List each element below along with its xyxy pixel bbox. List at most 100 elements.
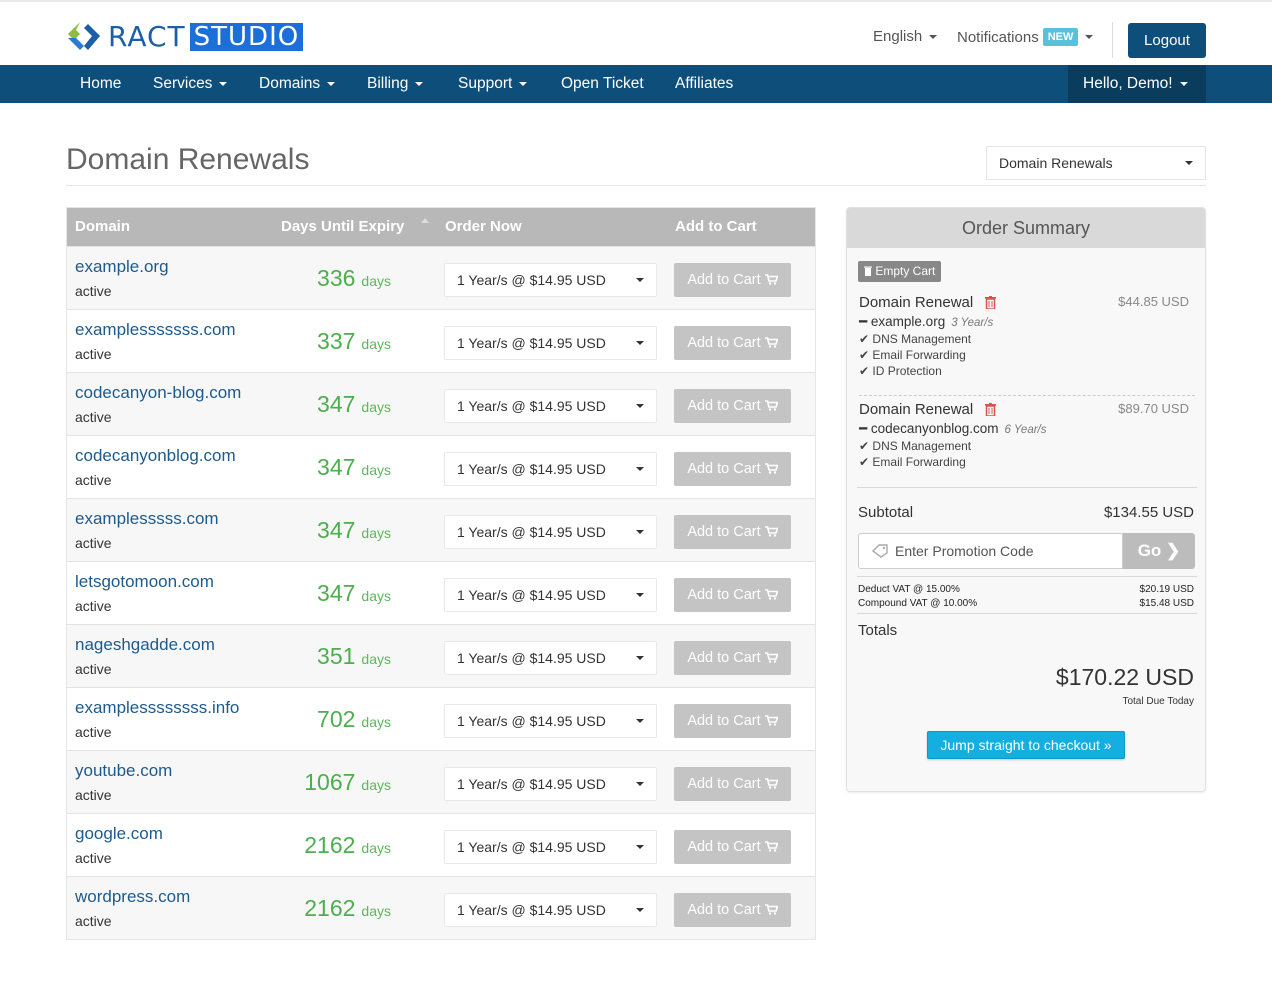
add-to-cart-button[interactable]: Add to Cart [674,767,791,801]
renewal-period-select[interactable]: 1 Year/s @ $14.95 USD [444,830,657,864]
days-value: 337 [317,328,356,354]
domain-link[interactable]: examplesssss.com [75,509,219,529]
notifications-dropdown[interactable]: Notifications NEW [957,28,1094,46]
domain-status: active [75,724,112,740]
renewal-period-select[interactable]: 1 Year/s @ $14.95 USD [444,452,657,486]
days-value: 347 [317,517,356,543]
days-value: 702 [317,706,356,732]
check-icon: ✔ [859,455,870,469]
logout-button[interactable]: Logout [1128,23,1206,58]
add-to-cart-button[interactable]: Add to Cart [674,893,791,927]
nav-item-home[interactable]: Home [80,65,121,103]
page-select[interactable]: Domain Renewals [986,146,1206,180]
days-unit: days [361,903,391,919]
nav-label: Affiliates [675,75,734,92]
domain-link[interactable]: youtube.com [75,761,172,781]
domain-link[interactable]: letsgotomoon.com [75,572,214,592]
nav-item-services[interactable]: Services [153,65,228,103]
domain-link[interactable]: examplessssssss.info [75,698,239,718]
add-to-cart-label: Add to Cart [687,713,761,729]
go-button[interactable]: Go ❯ [1123,533,1195,569]
chevron-down-icon [636,278,644,282]
nav-item-billing[interactable]: Billing [367,65,424,103]
renewal-period-select[interactable]: 1 Year/s @ $14.95 USD [444,389,657,423]
table-body: example.org active 336 days 1 Year/s @ $14.9… [67,246,815,939]
add-to-cart-button[interactable]: Add to Cart [674,704,791,738]
add-to-cart-button[interactable]: Add to Cart [674,452,791,486]
domain-link[interactable]: examplesssssss.com [75,320,236,340]
chevron-down-icon [636,656,644,660]
add-to-cart-button[interactable]: Add to Cart [674,389,791,423]
chevron-down-icon [219,81,228,86]
domain-link[interactable]: google.com [75,824,163,844]
domain-link[interactable]: example.org [75,257,169,277]
add-to-cart-button[interactable]: Add to Cart [674,830,791,864]
renewal-period-select[interactable]: 1 Year/s @ $14.95 USD [444,263,657,297]
add-to-cart-button[interactable]: Add to Cart [674,263,791,297]
renewal-period-select[interactable]: 1 Year/s @ $14.95 USD [444,767,657,801]
main-navbar: Home Services Domains Billing Support Op… [0,65,1272,103]
tax-value: $20.19 USD [1139,584,1194,595]
user-menu[interactable]: Hello, Demo! [1068,65,1206,103]
tax-label: Compound VAT @ 10.00% [858,598,978,609]
remove-item-icon[interactable] [985,403,997,416]
days-value: 347 [317,391,356,417]
cart-icon [764,337,779,348]
column-header-domain[interactable]: Domain [75,218,130,235]
domain-link[interactable]: wordpress.com [75,887,190,907]
nav-item-domains[interactable]: Domains [259,65,336,103]
divider [859,395,1195,396]
table-row: google.com active 2162 days 1 Year/s @ $14.9… [67,813,815,876]
summary-item-title-text: Domain Renewal [859,294,974,311]
subtotal-value: $134.55 USD [1103,504,1194,521]
add-to-cart-label: Add to Cart [687,902,761,918]
table-row: codecanyon-blog.com active 347 days 1 Year/s… [67,372,815,435]
add-to-cart-button[interactable]: Add to Cart [674,326,791,360]
domain-link[interactable]: nageshgadde.com [75,635,215,655]
checkout-button[interactable]: Jump straight to checkout » [927,731,1125,759]
renewal-period-select[interactable]: 1 Year/s @ $14.95 USD [444,893,657,927]
renewal-period-select[interactable]: 1 Year/s @ $14.95 USD [444,515,657,549]
add-to-cart-label: Add to Cart [687,398,761,414]
days-unit: days [361,840,391,856]
column-header-cart: Add to Cart [675,218,757,235]
remove-item-icon[interactable] [985,296,997,309]
logo[interactable]: RACT STUDIO [66,20,304,54]
summary-addon-text: DNS Management [872,439,972,453]
renewal-period-value: 1 Year/s @ $14.95 USD [457,587,606,603]
renewal-period-select[interactable]: 1 Year/s @ $14.95 USD [444,578,657,612]
add-to-cart-button[interactable]: Add to Cart [674,515,791,549]
add-to-cart-button[interactable]: Add to Cart [674,641,791,675]
nav-item-support[interactable]: Support [458,65,528,103]
domain-status: active [75,598,112,614]
cart-icon [764,589,779,600]
column-header-days[interactable]: Days Until Expiry [281,218,404,235]
table-row: examplesssssss.com active 337 days 1 Year/s … [67,309,815,372]
add-to-cart-label: Add to Cart [687,461,761,477]
days-until-expiry: 2162 days [257,895,391,922]
language-dropdown[interactable]: English [873,28,938,45]
days-value: 2162 [304,895,356,921]
chevron-down-icon [636,404,644,408]
promo-code-input[interactable]: Enter Promotion Code [858,533,1123,569]
empty-cart-button[interactable]: Empty Cart [858,261,942,282]
nav-item-affiliates[interactable]: Affiliates [675,65,733,103]
domain-link[interactable]: codecanyonblog.com [75,446,236,466]
summary-item-years: 6 Year/s [1004,424,1047,436]
chevron-down-icon [636,530,644,534]
minus-icon: ━ [859,314,868,329]
renewal-period-select[interactable]: 1 Year/s @ $14.95 USD [444,326,657,360]
days-value: 347 [317,580,356,606]
add-to-cart-label: Add to Cart [687,776,761,792]
nav-item-open-ticket[interactable]: Open Ticket [561,65,644,103]
renewal-period-select[interactable]: 1 Year/s @ $14.95 USD [444,641,657,675]
promo-code-placeholder: Enter Promotion Code [895,543,1034,559]
nav-label: Billing [367,75,409,92]
days-until-expiry: 1067 days [257,769,391,796]
add-to-cart-button[interactable]: Add to Cart [674,578,791,612]
page-select-value: Domain Renewals [999,155,1113,171]
cart-icon [764,778,779,789]
renewal-period-select[interactable]: 1 Year/s @ $14.95 USD [444,704,657,738]
domain-link[interactable]: codecanyon-blog.com [75,383,241,403]
domain-status: active [75,472,112,488]
